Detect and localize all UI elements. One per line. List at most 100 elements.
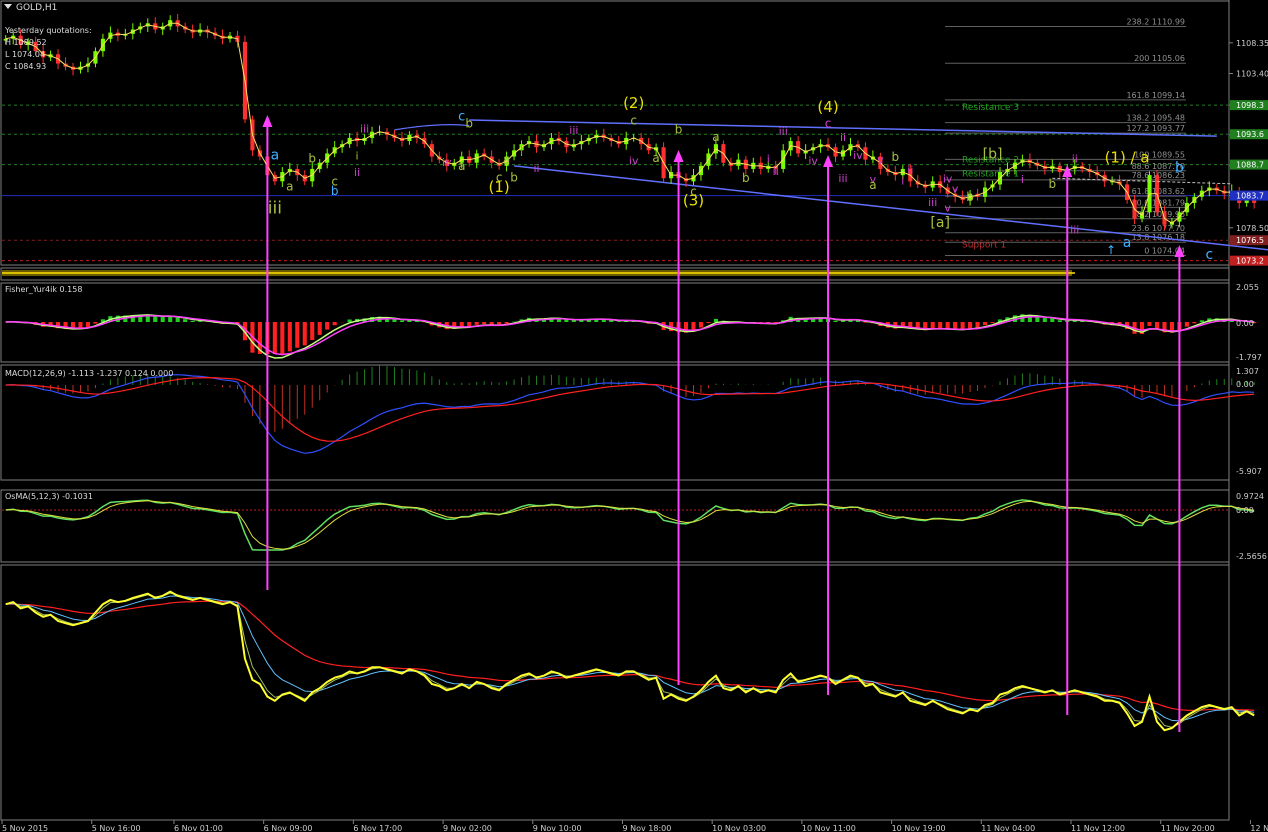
wave-label: ii — [1072, 153, 1078, 166]
fisher-bar — [399, 320, 405, 322]
wave-label: (4) — [817, 98, 838, 116]
up-arrow-icon: ↑ — [1106, 243, 1116, 257]
wave-label: v — [944, 202, 951, 215]
fisher-bar — [968, 322, 973, 329]
osma-title: OsMA(5,12,3) -0.1031 — [5, 492, 93, 501]
indicator-axis-label: 2.055 — [1236, 283, 1259, 292]
info-yesterday: Yesterday quotations: — [4, 26, 92, 35]
info-high: H 1089.52 — [5, 38, 47, 47]
fib-label: 200 1105.06 — [1134, 54, 1185, 63]
time-tick-label: 6 Nov 01:00 — [174, 824, 223, 832]
wave-label: ii — [773, 165, 779, 178]
wave-label: b — [892, 150, 900, 164]
time-tick-label: 9 Nov 18:00 — [622, 824, 671, 832]
wave-label: c — [825, 116, 832, 130]
indicator-axis-label: 0.00 — [1236, 319, 1254, 328]
indicator-axis-label: -5.907 — [1236, 467, 1262, 476]
fib-label: 161.8 1099.14 — [1126, 91, 1185, 100]
price-tick-label: 1108.35 — [1236, 39, 1268, 48]
fisher-bar — [833, 320, 838, 322]
wave-label: ii — [533, 162, 539, 175]
fisher-bar — [571, 320, 576, 322]
wave-label: c — [458, 110, 465, 125]
fisher-bar — [1042, 318, 1047, 322]
wave-label: a — [869, 178, 876, 192]
fisher-bar — [1184, 322, 1189, 327]
fisher-bar — [190, 320, 195, 322]
wave-label: b — [1049, 177, 1057, 191]
price-tag-label: 1083.7 — [1236, 192, 1264, 201]
fisher-bar — [990, 322, 995, 323]
wave-label: a — [652, 151, 659, 165]
fisher-bar — [325, 322, 330, 330]
wave-label: iii — [569, 124, 578, 137]
wave-label: iii — [779, 125, 788, 138]
wave-label: i — [1021, 173, 1024, 186]
wave-label: i — [520, 145, 523, 158]
wave-label: i — [901, 174, 904, 187]
wave-label: b — [510, 170, 518, 184]
trading-chart[interactable]: 238.2 1110.99 200 1105.06 161.8 1099.14 138… — [0, 0, 1268, 832]
fisher-bar — [272, 322, 277, 354]
fisher-bar — [287, 322, 292, 352]
wave-label: a — [286, 180, 293, 194]
wave-label: iv — [808, 155, 818, 168]
wave-label: (2) — [623, 94, 644, 112]
fisher-bar — [938, 322, 943, 329]
wave-label: ii — [354, 166, 360, 179]
wave-label: (1) — [489, 178, 510, 196]
fisher-bar — [302, 322, 307, 346]
wave-label: b — [465, 116, 473, 130]
wave-label: b — [742, 171, 750, 185]
fisher-bar — [332, 322, 337, 326]
wave-label: b — [966, 190, 974, 204]
wave-label: b — [675, 123, 683, 137]
time-tick-label: 5 Nov 2015 — [2, 824, 48, 832]
price-tag-label: 1088.7 — [1236, 161, 1264, 170]
wave-label: iii — [1070, 223, 1079, 236]
wave-label: iv — [442, 156, 452, 169]
wave-label: b — [308, 152, 316, 166]
wave-label: (3) — [683, 192, 704, 210]
wave-label: a — [712, 130, 719, 144]
indicator-axis-label: 0.00 — [1236, 380, 1254, 389]
fisher-bar — [713, 318, 718, 322]
fisher-bar — [698, 322, 704, 328]
wave-label: a — [458, 159, 465, 173]
wave-label: i — [767, 153, 770, 166]
price-tag-label: 1093.6 — [1236, 130, 1264, 139]
wave-label: a — [271, 148, 280, 164]
fib-label: 127.2 1093.77 — [1126, 124, 1185, 133]
time-tick-label: 9 Nov 10:00 — [533, 824, 582, 832]
time-tick-label: 10 Nov 19:00 — [892, 824, 946, 832]
indicator-axis-label: -2.5656 — [1236, 552, 1267, 561]
time-tick-label: 5 Nov 16:00 — [92, 824, 141, 832]
wave-label: [b] — [983, 146, 1003, 162]
wave-label: (1) / a — [1105, 149, 1150, 167]
fisher-bar — [564, 319, 569, 322]
wave-label: a — [1123, 235, 1132, 251]
fisher-bar — [930, 322, 935, 329]
fisher-bar — [198, 321, 203, 322]
fisher-bar — [474, 322, 479, 325]
time-tick-label: 11 Nov 12:00 — [1071, 824, 1125, 832]
wave-label: iv — [629, 155, 639, 168]
fisher-bar — [153, 316, 158, 322]
indicator-axis-label: -1.797 — [1236, 353, 1262, 362]
time-tick-label: 9 Nov 02:00 — [443, 824, 492, 832]
price-tag-label: 1098.3 — [1236, 101, 1264, 110]
wave-label: [a] — [930, 215, 950, 231]
wave-label: c — [630, 113, 637, 127]
price-tag-label: 1073.2 — [1236, 257, 1264, 266]
info-low: L 1074.04 — [5, 50, 45, 59]
fisher-bar — [482, 322, 487, 325]
wave-label: i — [356, 150, 359, 163]
wave-label: c — [1205, 247, 1213, 263]
wave-label: v — [877, 153, 884, 166]
wave-label: iv — [853, 149, 863, 162]
sr-label: Support 1 — [962, 241, 1006, 251]
indicator-axis-label: 0.9724 — [1236, 492, 1264, 501]
price-tag-label: 1076.5 — [1236, 236, 1264, 245]
fisher-bar — [347, 319, 352, 322]
wave-label: ii — [840, 131, 846, 144]
